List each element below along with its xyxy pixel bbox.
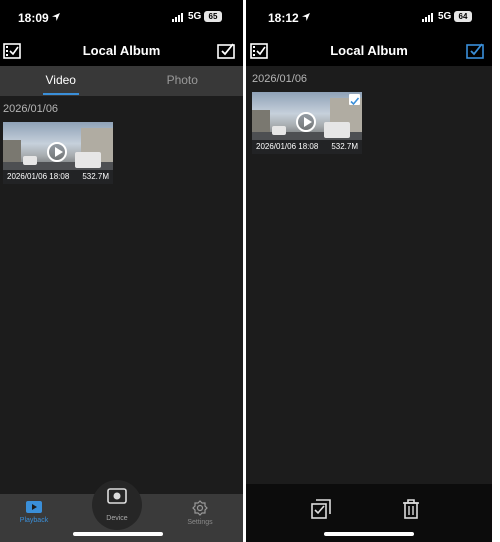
playback-icon <box>26 501 42 513</box>
page-title: Local Album <box>82 43 161 58</box>
play-icon[interactable] <box>296 112 316 132</box>
location-arrow-icon <box>52 13 60 21</box>
date-group-label: 2026/01/06 <box>252 73 308 85</box>
app-header: Local Album <box>246 36 492 66</box>
selected-checkbox[interactable] <box>349 94 360 106</box>
nav-settings[interactable]: Settings <box>170 500 230 526</box>
select-mode-active-icon[interactable] <box>466 42 484 60</box>
status-bar: 18:09 5G 65 <box>0 0 243 36</box>
date-group-label: 2026/01/06 <box>3 103 59 115</box>
checkmark-icon <box>350 97 360 106</box>
nav-settings-label: Settings <box>187 519 213 526</box>
trash-icon[interactable] <box>400 498 422 520</box>
selection-action-bar <box>246 484 492 542</box>
home-indicator <box>324 532 414 536</box>
thumb-car <box>324 122 350 138</box>
tab-video[interactable]: Video <box>0 66 122 96</box>
app-header: Local Album <box>0 36 243 66</box>
thumb-car <box>272 126 286 135</box>
video-size: 532.7M <box>82 172 109 181</box>
nav-device-label: Device <box>106 515 128 522</box>
status-time: 18:12 <box>268 11 299 25</box>
battery-level: 65 <box>204 11 222 22</box>
signal-icon <box>422 12 433 22</box>
album-screen-video-tab: 18:09 5G 65 Local Album Video Photo 2026… <box>0 0 243 542</box>
thumbnail-caption: 2026/01/06 18:08 532.7M <box>3 170 113 184</box>
network-type: 5G <box>438 11 452 22</box>
page-title: Local Album <box>330 43 408 58</box>
select-all-icon[interactable] <box>310 498 332 520</box>
nav-playback[interactable]: Playback <box>4 500 64 524</box>
video-thumbnail-selected[interactable]: 2026/01/06 18:08 532.7M <box>252 92 362 154</box>
battery-level: 64 <box>454 11 472 22</box>
thumbnail-caption: 2026/01/06 18:08 532.7M <box>252 140 362 154</box>
album-screen-select-mode: 18:12 5G 64 Local Album 2026/01/06 2026/… <box>246 0 492 542</box>
play-icon[interactable] <box>47 142 67 162</box>
camera-icon <box>107 488 127 504</box>
status-time: 18:09 <box>18 11 49 25</box>
nav-playback-label: Playback <box>19 517 49 524</box>
status-bar: 18:12 5G 64 <box>246 0 492 36</box>
thumb-car <box>23 156 37 165</box>
signal-icon <box>172 12 183 22</box>
video-thumbnail[interactable]: 2026/01/06 18:08 532.7M <box>3 122 113 184</box>
home-indicator <box>73 532 163 536</box>
video-date: 2026/01/06 18:08 <box>7 172 70 181</box>
video-date: 2026/01/06 18:08 <box>256 142 319 151</box>
thumb-building <box>3 140 21 162</box>
select-mode-icon[interactable] <box>217 42 235 60</box>
thumb-building <box>252 110 270 132</box>
video-size: 532.7M <box>331 142 358 151</box>
settings-gear-icon <box>192 500 208 516</box>
network-type: 5G <box>188 11 202 22</box>
tab-photo[interactable]: Photo <box>122 66 244 96</box>
location-arrow-icon <box>302 13 310 21</box>
nav-device[interactable]: Device <box>92 480 142 530</box>
media-tabs: Video Photo <box>0 66 243 96</box>
thumb-car <box>75 152 101 168</box>
bottom-navigation: Playback Device Settings <box>0 480 243 542</box>
